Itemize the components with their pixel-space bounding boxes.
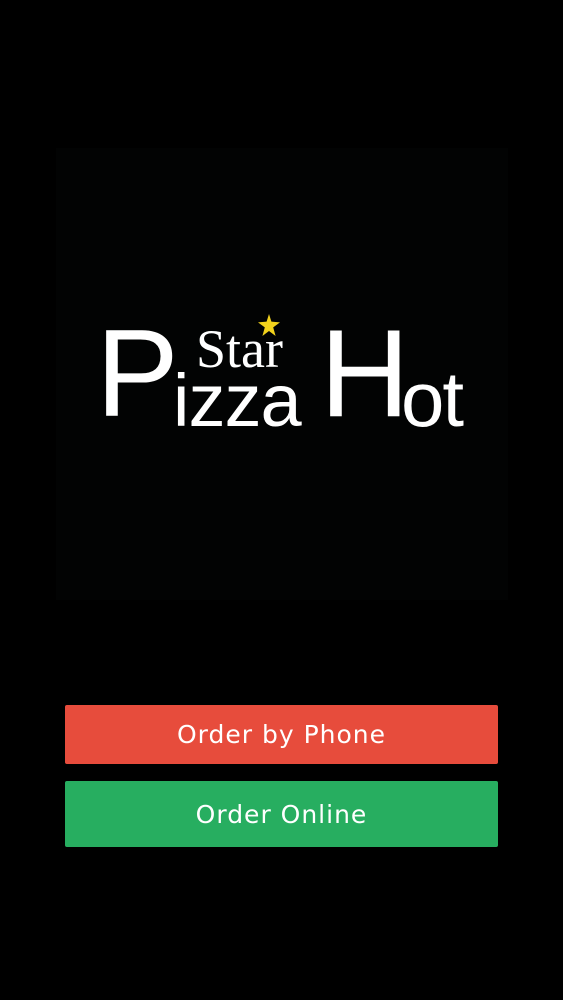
splash-screen: P izza H ot Star Order by Phone Order On…	[0, 0, 563, 1000]
logo-letters-ot: ot	[401, 355, 464, 443]
order-by-phone-button[interactable]: Order by Phone	[65, 705, 498, 764]
logo-letter-h: H	[320, 305, 410, 443]
logo-panel: P izza H ot Star	[56, 148, 508, 600]
order-by-phone-label: Order by Phone	[176, 720, 387, 749]
star-icon	[258, 314, 280, 336]
order-online-label: Order Online	[195, 799, 368, 829]
order-online-button[interactable]: Order Online	[65, 781, 498, 847]
logo-letter-p: P	[96, 305, 179, 443]
